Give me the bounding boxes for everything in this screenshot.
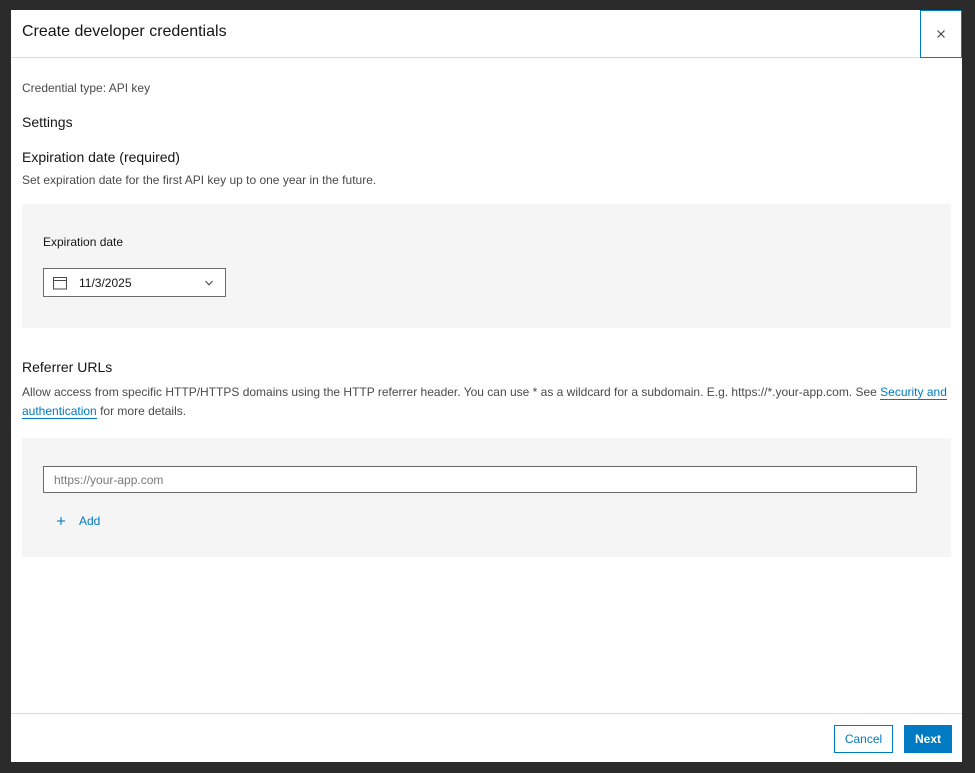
settings-heading: Settings xyxy=(22,114,73,130)
expiration-panel: Expiration date 11/3/2025 xyxy=(22,204,951,328)
create-credentials-dialog: Create developer credentials Credential … xyxy=(11,10,962,762)
cancel-button[interactable]: Cancel xyxy=(834,725,893,753)
dialog-header: Create developer credentials xyxy=(11,10,962,58)
credential-type-text: Credential type: API key xyxy=(22,81,151,95)
add-referrer-label: Add xyxy=(79,514,101,528)
calendar-icon xyxy=(53,276,67,290)
referrer-heading: Referrer URLs xyxy=(22,359,113,375)
referrer-description-suffix: for more details. xyxy=(96,404,187,418)
referrer-url-input[interactable] xyxy=(43,466,917,493)
referrer-description-text: Allow access from specific HTTP/HTTPS do… xyxy=(22,385,881,399)
referrer-panel: Add xyxy=(22,438,951,557)
next-button[interactable]: Next xyxy=(904,725,952,753)
close-button[interactable] xyxy=(920,10,962,58)
close-icon xyxy=(937,30,945,38)
expiration-date-picker[interactable]: 11/3/2025 xyxy=(43,268,226,297)
expiration-date-label: Expiration date xyxy=(43,235,124,249)
plus-icon xyxy=(56,516,66,526)
referrer-description: Allow access from specific HTTP/HTTPS do… xyxy=(22,383,951,421)
chevron-down-icon xyxy=(204,278,214,288)
expiration-description: Set expiration date for the first API ke… xyxy=(22,173,377,187)
expiration-date-value: 11/3/2025 xyxy=(79,275,132,290)
dialog-footer: Cancel Next xyxy=(11,713,962,762)
dialog-title: Create developer credentials xyxy=(22,23,227,40)
expiration-heading: Expiration date (required) xyxy=(22,149,180,165)
add-referrer-button[interactable]: Add xyxy=(56,514,100,528)
